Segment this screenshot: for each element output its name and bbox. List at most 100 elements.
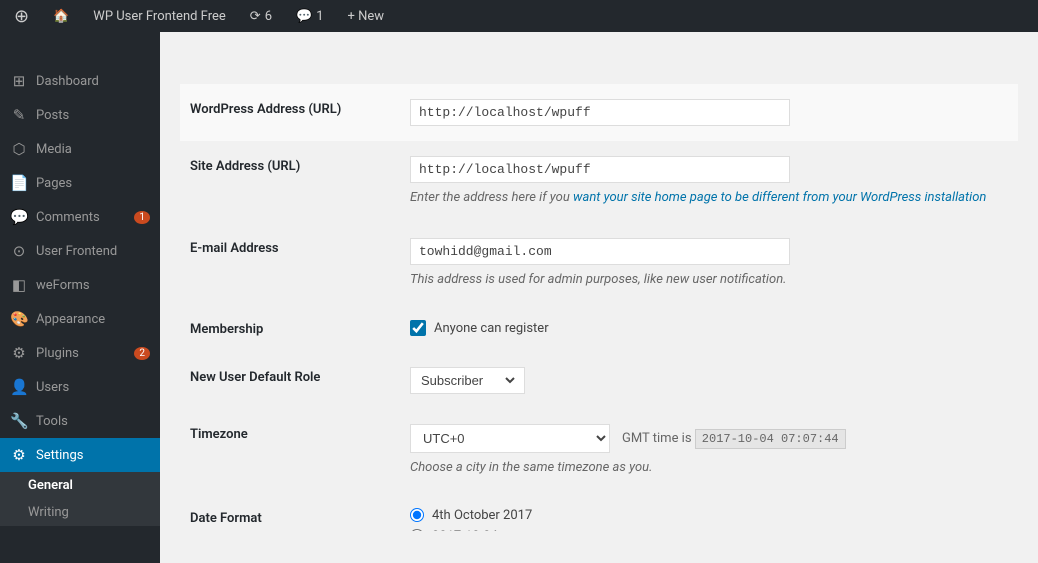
membership-checkbox-label: Anyone can register — [434, 321, 549, 336]
membership-checkbox-row: Anyone can register — [410, 320, 1008, 336]
wp-logo-icon: ⊕ — [14, 6, 29, 27]
default-role-label: New User Default Role — [180, 352, 400, 409]
sidebar-item-general[interactable]: General — [0, 472, 160, 499]
sidebar-label-tools: Tools — [36, 414, 68, 429]
site-address-row: Site Address (URL) Enter the address her… — [180, 141, 1018, 223]
site-address-field: Enter the address here if you want your … — [400, 141, 1018, 223]
sidebar-label-users: Users — [36, 380, 69, 395]
site-address-link[interactable]: want your site home page to be different… — [573, 190, 986, 205]
wp-address-field — [400, 84, 1018, 141]
timezone-label: Timezone — [180, 409, 400, 493]
settings-form: WordPress Address (URL) Site Address (UR… — [180, 84, 1018, 531]
email-field: This address is used for admin purposes,… — [400, 223, 1018, 305]
sidebar-item-posts[interactable]: ✎ Posts — [0, 98, 160, 132]
site-address-input[interactable] — [410, 156, 790, 183]
sidebar-item-writing[interactable]: Writing — [0, 499, 160, 526]
pages-icon: 📄 — [10, 174, 28, 192]
membership-field: Anyone can register — [400, 304, 1018, 352]
sidebar-item-pages[interactable]: 📄 Pages — [0, 166, 160, 200]
site-name-label: WP User Frontend Free — [93, 9, 226, 24]
sidebar-item-media[interactable]: ⬡ Media — [0, 132, 160, 166]
updates-count: 6 — [265, 9, 272, 24]
gmt-info: GMT time is 2017-10-04 07:07:44 — [622, 431, 846, 446]
comments-nav-icon: 💬 — [10, 208, 28, 226]
gmt-value: 2017-10-04 07:07:44 — [695, 429, 846, 449]
sidebar-item-users[interactable]: 👤 Users — [0, 370, 160, 404]
sidebar-label-media: Media — [36, 142, 72, 157]
timezone-select[interactable]: UTC+0 UTC+1 UTC+2 UTC-5 UTC-8 — [410, 424, 610, 453]
sidebar-label-appearance: Appearance — [36, 312, 105, 327]
sidebar-item-dashboard[interactable]: ⊞ Dashboard — [0, 64, 160, 98]
appearance-icon: 🎨 — [10, 310, 28, 328]
email-desc: This address is used for admin purposes,… — [410, 270, 1008, 290]
sidebar-label-weforms: weForms — [36, 278, 90, 293]
site-address-desc: Enter the address here if you want your … — [410, 188, 1008, 208]
home-icon-button[interactable]: 🏠 — [47, 0, 75, 32]
sidebar-item-tools[interactable]: 🔧 Tools — [0, 404, 160, 438]
email-label: E-mail Address — [180, 223, 400, 305]
wp-address-input[interactable] — [410, 99, 790, 126]
date-radio-1[interactable] — [410, 508, 424, 522]
tools-icon: 🔧 — [10, 412, 28, 430]
sidebar-label-plugins: Plugins — [36, 346, 79, 361]
settings-icon: ⚙ — [10, 446, 28, 464]
sidebar: ⊞ Dashboard ✎ Posts ⬡ Media 📄 Pages 💬 Co… — [0, 32, 160, 563]
site-address-label: Site Address (URL) — [180, 141, 400, 223]
media-icon: ⬡ — [10, 140, 28, 158]
wp-logo-button[interactable]: ⊕ — [8, 0, 35, 32]
sidebar-label-posts: Posts — [36, 108, 69, 123]
sidebar-label-user-frontend: User Frontend — [36, 244, 117, 259]
email-input[interactable] — [410, 238, 790, 265]
timezone-row: Timezone UTC+0 UTC+1 UTC+2 UTC-5 UTC-8 — [180, 409, 1018, 493]
new-content-button[interactable]: + New — [342, 0, 391, 32]
membership-checkbox[interactable] — [410, 320, 426, 336]
weforms-icon: ◧ — [10, 276, 28, 294]
updates-icon: ⟳ — [250, 9, 261, 24]
sidebar-label-general: General — [28, 478, 73, 493]
site-name-button[interactable]: WP User Frontend Free — [87, 0, 232, 32]
date-label-1: 4th October 2017 — [432, 508, 532, 523]
email-row: E-mail Address This address is used for … — [180, 223, 1018, 305]
timezone-input-row: UTC+0 UTC+1 UTC+2 UTC-5 UTC-8 GMT time i… — [410, 424, 1008, 453]
sidebar-item-plugins[interactable]: ⚙ Plugins 2 — [0, 336, 160, 370]
gmt-label: GMT time is — [622, 431, 692, 446]
sidebar-label-settings: Settings — [36, 448, 83, 463]
comments-count: 1 — [316, 9, 323, 24]
default-role-row: New User Default Role Subscriber Editor … — [180, 352, 1018, 409]
membership-row: Membership Anyone can register — [180, 304, 1018, 352]
updates-button[interactable]: ⟳ 6 — [244, 0, 278, 32]
sidebar-item-appearance[interactable]: 🎨 Appearance — [0, 302, 160, 336]
sidebar-label-writing: Writing — [28, 505, 69, 520]
new-label: + New — [348, 9, 385, 24]
dashboard-icon: ⊞ — [10, 72, 28, 90]
date-format-label: Date Format — [180, 493, 400, 532]
date-format-field: 4th October 2017 2017-10-04 10/04/2017 — [400, 493, 1018, 532]
comments-icon: 💬 — [296, 9, 312, 24]
home-icon: 🏠 — [53, 9, 69, 24]
default-role-select-wrap: Subscriber Editor Author Contributor Adm… — [410, 367, 525, 394]
sidebar-label-comments: Comments — [36, 210, 100, 225]
default-role-field: Subscriber Editor Author Contributor Adm… — [400, 352, 1018, 409]
comments-badge: 1 — [134, 211, 150, 224]
wp-address-row: WordPress Address (URL) — [180, 84, 1018, 141]
user-frontend-icon: ⊙ — [10, 242, 28, 260]
comments-button[interactable]: 💬 1 — [290, 0, 330, 32]
main-content: WordPress Address (URL) Site Address (UR… — [160, 32, 1038, 531]
sidebar-item-comments[interactable]: 💬 Comments 1 — [0, 200, 160, 234]
sidebar-item-user-frontend[interactable]: ⊙ User Frontend — [0, 234, 160, 268]
plugins-badge: 2 — [134, 347, 150, 360]
sidebar-item-weforms[interactable]: ◧ weForms — [0, 268, 160, 302]
timezone-field: UTC+0 UTC+1 UTC+2 UTC-5 UTC-8 GMT time i… — [400, 409, 1018, 493]
timezone-desc: Choose a city in the same timezone as yo… — [410, 458, 1008, 478]
membership-label: Membership — [180, 304, 400, 352]
plugins-icon: ⚙ — [10, 344, 28, 362]
default-role-select[interactable]: Subscriber Editor Author Contributor Adm… — [417, 372, 518, 389]
users-icon: 👤 — [10, 378, 28, 396]
date-option-1: 4th October 2017 — [410, 508, 1008, 523]
admin-bar: ⊕ 🏠 WP User Frontend Free ⟳ 6 💬 1 + New — [0, 0, 1038, 32]
wp-address-label: WordPress Address (URL) — [180, 84, 400, 141]
sidebar-label-pages: Pages — [36, 176, 72, 191]
sidebar-label-dashboard: Dashboard — [36, 74, 99, 89]
date-format-row: Date Format 4th October 2017 2017-10-04 — [180, 493, 1018, 532]
sidebar-item-settings[interactable]: ⚙ Settings — [0, 438, 160, 472]
